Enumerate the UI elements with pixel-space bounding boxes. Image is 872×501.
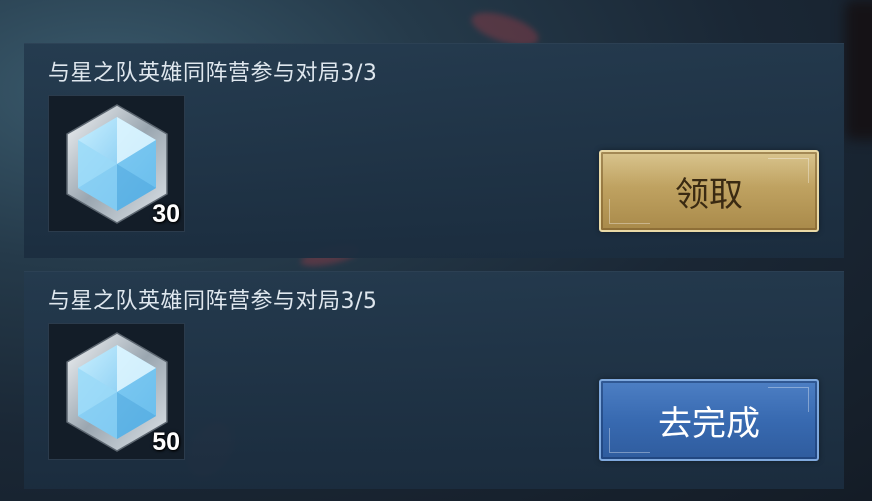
background-shadow — [845, 0, 872, 140]
reward-count: 50 — [152, 428, 180, 456]
reward-slot[interactable]: 50 — [48, 323, 185, 460]
task-card: 与星之队英雄同阵营参与对局3/5 50 去完成 — [24, 271, 844, 489]
button-ornament — [768, 158, 809, 183]
task-title: 与星之队英雄同阵营参与对局3/5 — [48, 289, 378, 314]
claim-button[interactable]: 领取 — [599, 150, 819, 232]
button-ornament — [609, 199, 650, 224]
go-complete-button-label: 去完成 — [658, 403, 760, 444]
button-ornament — [768, 387, 809, 412]
go-complete-button[interactable]: 去完成 — [599, 379, 819, 461]
reward-slot[interactable]: 30 — [48, 95, 185, 232]
task-card: 与星之队英雄同阵营参与对局3/3 30 领取 — [24, 43, 844, 258]
task-title: 与星之队英雄同阵营参与对局3/3 — [48, 61, 378, 86]
claim-button-label: 领取 — [675, 174, 743, 215]
reward-count: 30 — [152, 200, 180, 228]
button-ornament — [609, 428, 650, 453]
